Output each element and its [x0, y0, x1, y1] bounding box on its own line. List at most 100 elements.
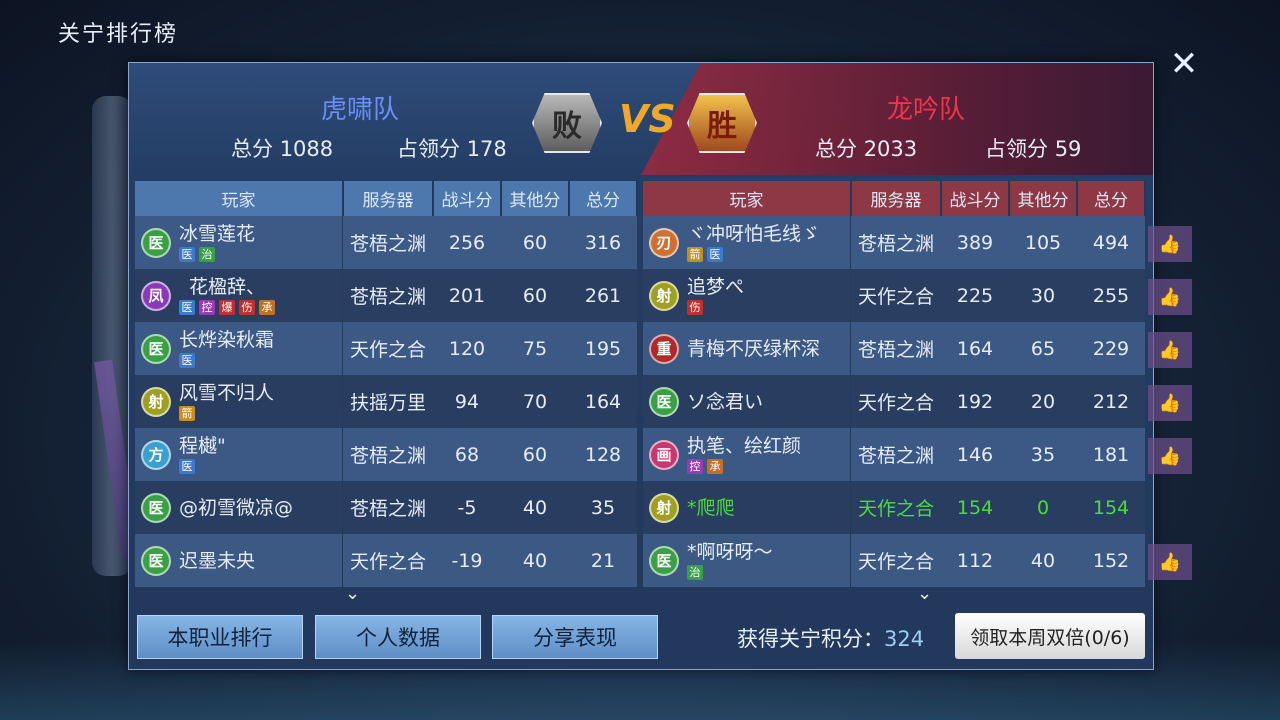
- col-header-total: 总分: [569, 181, 638, 216]
- personal-data-button[interactable]: 个人数据: [315, 615, 481, 659]
- role-tag-icon: 医: [179, 353, 195, 368]
- server-cell: 苍梧之渊: [851, 322, 941, 375]
- table-row: 重 青梅不厌绿杯深 苍梧之渊 164 65 229: [643, 322, 1145, 375]
- total-score-cell: 21: [569, 534, 637, 587]
- left-team-table: 玩家 服务器 战斗分 其他分 总分 医 冰雪莲花医治 苍梧之渊 256 60 3…: [135, 181, 638, 587]
- claim-double-button[interactable]: 领取本周双倍(0/6): [955, 613, 1145, 659]
- table-row: 医 ソ念君い 天作之合 192 20 212: [643, 375, 1145, 428]
- server-cell: 天作之合: [343, 534, 433, 587]
- role-tag-icon: 治: [199, 247, 215, 262]
- battle-score-cell: 120: [433, 322, 501, 375]
- player-name[interactable]: @初雪微凉@: [179, 497, 293, 519]
- role-tag-icon: 控: [687, 459, 703, 474]
- role-tag-icon: 治: [687, 565, 703, 580]
- battle-score-cell: 68: [433, 428, 501, 481]
- class-icon: 医: [141, 492, 171, 523]
- class-icon: 射: [649, 280, 679, 311]
- player-name[interactable]: ソ念君い: [687, 391, 763, 413]
- total-score-cell: 229: [1077, 322, 1145, 375]
- role-tag-icon: 医: [707, 247, 723, 262]
- server-cell: 天作之合: [343, 322, 433, 375]
- thumbs-up-icon[interactable]: 👍: [1148, 385, 1192, 421]
- thumbs-up-icon[interactable]: 👍: [1148, 226, 1192, 262]
- battle-score-cell: 192: [941, 375, 1009, 428]
- other-score-cell: 60: [501, 428, 569, 481]
- role-tag-icon: 箭: [687, 247, 703, 262]
- server-cell: 天作之合: [851, 534, 941, 587]
- player-cell: 射 追梦ぺ伤: [643, 269, 851, 322]
- col-header-other: 其他分: [1009, 181, 1078, 216]
- col-header-server: 服务器: [343, 181, 434, 216]
- thumbs-up-icon[interactable]: 👍: [1148, 438, 1192, 474]
- other-score-cell: 40: [1009, 534, 1077, 587]
- other-score-cell: 20: [1009, 375, 1077, 428]
- table-row: 方 程樾" 医 苍梧之渊 68 60 128: [135, 428, 637, 481]
- player-cell: 医 迟墨未央: [135, 534, 343, 587]
- left-team-occupy: 占领分 178: [397, 137, 507, 161]
- player-name[interactable]: *爬爬: [687, 497, 735, 519]
- battle-score-cell: -5: [433, 481, 501, 534]
- class-icon: 射: [649, 492, 679, 523]
- battle-score-cell: 154: [941, 481, 1009, 534]
- player-cell: 射 风雪不归人箭: [135, 375, 343, 428]
- total-score-cell: 152: [1077, 534, 1145, 587]
- total-score-cell: 212: [1077, 375, 1145, 428]
- player-name[interactable]: 追梦ぺ: [687, 276, 744, 298]
- player-cell: 医 长烨染秋霜医: [135, 322, 343, 375]
- right-team-name: 龙吟队: [887, 95, 966, 125]
- class-rank-button[interactable]: 本职业排行: [137, 615, 303, 659]
- class-icon: 医: [649, 386, 679, 417]
- battle-score-cell: 256: [433, 216, 501, 269]
- player-name[interactable]: 风雪不归人: [179, 382, 274, 404]
- player-cell: 画 执笔、绘红颜控承: [643, 428, 851, 481]
- player-name[interactable]: 长烨染秋霜: [179, 329, 274, 351]
- player-name[interactable]: 程樾": [179, 435, 226, 457]
- col-header-other: 其他分: [501, 181, 570, 216]
- left-scroll-down-icon[interactable]: ⌄: [345, 583, 360, 604]
- server-cell: 苍梧之渊: [343, 216, 433, 269]
- table-header-row: 玩家 服务器 战斗分 其他分 总分: [643, 181, 1146, 216]
- share-button[interactable]: 分享表现: [492, 615, 658, 659]
- table-row: 画 执笔、绘红颜控承 苍梧之渊 146 35 181: [643, 428, 1145, 481]
- total-score-cell: 261: [569, 269, 637, 322]
- player-name[interactable]: 青梅不厌绿杯深: [687, 338, 820, 360]
- role-tag-icon: 医: [179, 459, 195, 474]
- close-icon[interactable]: ✕: [1166, 46, 1202, 82]
- player-name[interactable]: 迟墨未央: [179, 550, 255, 572]
- role-tag-icon: 控: [199, 300, 215, 315]
- role-tag-icon: 箭: [179, 406, 195, 421]
- player-name[interactable]: ヾ冲呀怕毛线ゞ: [687, 223, 820, 245]
- player-name[interactable]: 执笔、绘红颜: [687, 435, 801, 457]
- win-emblem: 胜: [687, 93, 757, 153]
- col-header-server: 服务器: [851, 181, 942, 216]
- page-title: 关宁排行榜: [58, 22, 179, 47]
- other-score-cell: 30: [1009, 269, 1077, 322]
- right-scroll-down-icon[interactable]: ⌄: [917, 583, 932, 604]
- ranking-panel: 虎啸队 总分 1088 占领分 178 败 VS 胜 龙吟队 总分 2033 占…: [128, 62, 1154, 670]
- other-score-cell: 60: [501, 269, 569, 322]
- battle-score-cell: 389: [941, 216, 1009, 269]
- table-row: 射 *爬爬 天作之合 154 0 154: [643, 481, 1145, 534]
- class-icon: 凤: [141, 280, 171, 311]
- thumbs-up-icon[interactable]: 👍: [1148, 279, 1192, 315]
- class-icon: 画: [649, 439, 679, 470]
- player-name[interactable]: *啊呀呀～: [687, 541, 773, 563]
- table-row: 医 @初雪微凉@ 苍梧之渊 -5 40 35: [135, 481, 637, 534]
- role-tag-icon: 爆: [219, 300, 235, 315]
- class-icon: 重: [649, 333, 679, 364]
- right-team-occupy: 占领分 59: [985, 137, 1082, 161]
- thumbs-up-icon[interactable]: 👍: [1148, 544, 1192, 580]
- player-cell: 医 @初雪微凉@: [135, 481, 343, 534]
- table-row: 凤 花楹辞、医控爆伤承 苍梧之渊 201 60 261: [135, 269, 637, 322]
- role-tag-icon: 伤: [239, 300, 255, 315]
- player-name[interactable]: 冰雪莲花: [179, 223, 255, 245]
- player-name[interactable]: 花楹辞、: [179, 276, 275, 298]
- class-icon: 方: [141, 439, 171, 470]
- class-icon: 医: [649, 545, 679, 576]
- thumbs-up-icon[interactable]: 👍: [1148, 332, 1192, 368]
- total-score-cell: 255: [1077, 269, 1145, 322]
- player-cell: 方 程樾" 医: [135, 428, 343, 481]
- other-score-cell: 60: [501, 216, 569, 269]
- server-cell: 苍梧之渊: [343, 481, 433, 534]
- other-score-cell: 75: [501, 322, 569, 375]
